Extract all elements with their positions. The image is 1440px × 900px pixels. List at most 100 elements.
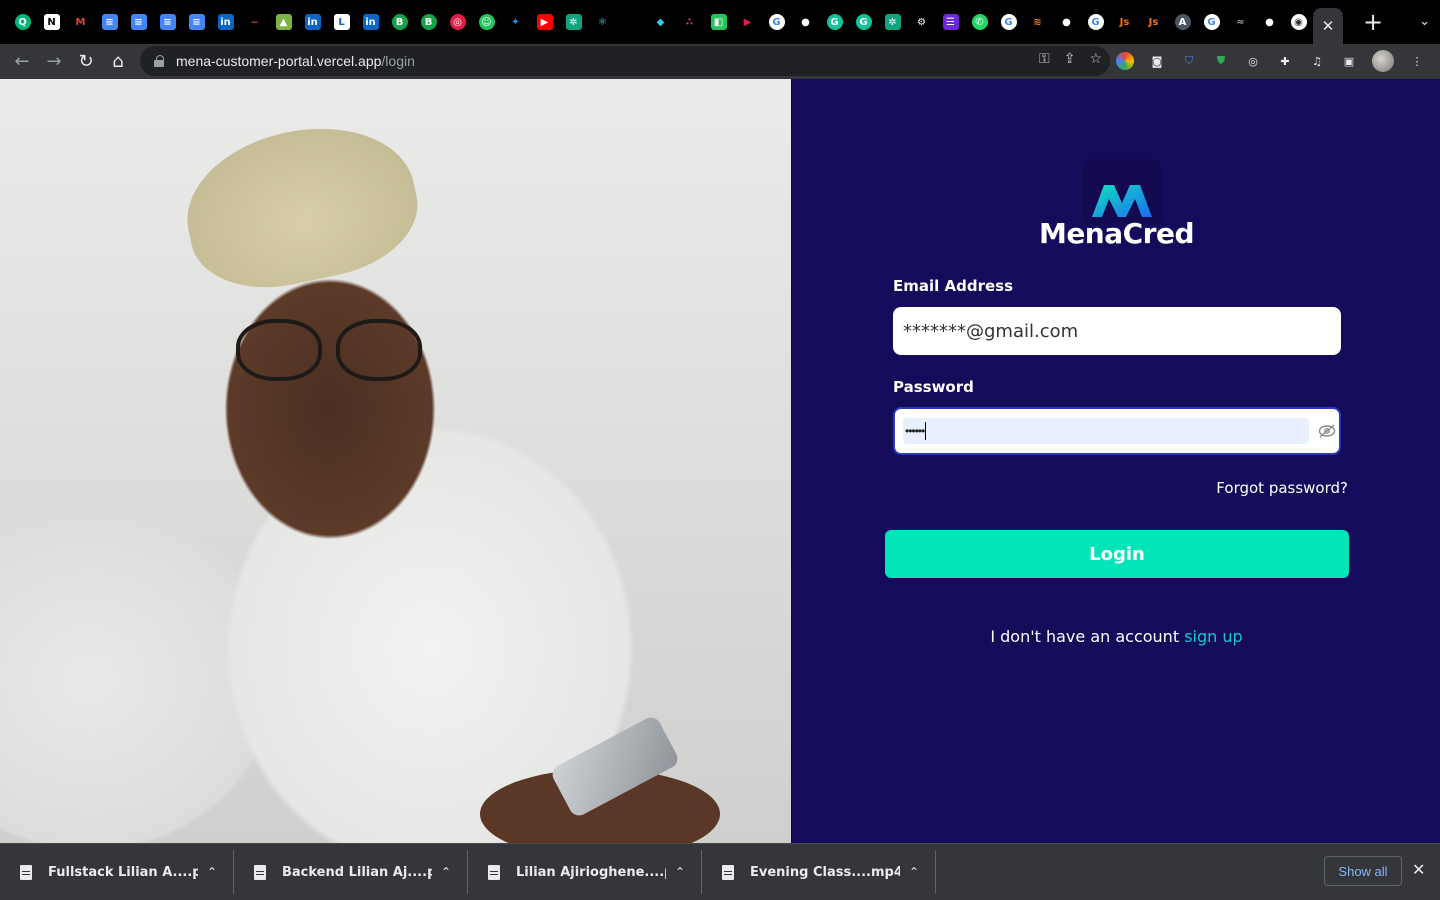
grammarly-tab-1[interactable]: G [820,0,849,44]
puzzle-extensions-icon[interactable]: ✚ [1276,52,1294,70]
twitter-tab[interactable]: ✦ [501,0,530,44]
bookmark-star-icon[interactable]: ☆ [1089,51,1102,67]
back-icon[interactable]: ← [6,46,38,78]
notion-tab[interactable]: N [37,0,66,44]
share-icon[interactable]: ⇪ [1064,51,1076,67]
photo-hair [172,108,430,304]
document-file-icon [254,864,266,880]
linkedin-tab-1[interactable]: in [211,0,240,44]
google-tab-1[interactable]: G [762,0,791,44]
google-tab-4[interactable]: G [1197,0,1226,44]
chatgpt-tab-1[interactable]: ✲ [559,0,588,44]
ln-tab[interactable]: L [327,0,356,44]
close-tab-icon[interactable]: ✕ [1322,17,1335,35]
download-item[interactable]: Backend Lilian Aj....pdf ⌃ [234,850,468,894]
b-tab-1[interactable]: B [385,0,414,44]
show-all-downloads-button[interactable]: Show all [1324,856,1402,886]
react-tab[interactable]: ⚛ [588,0,617,44]
login-button[interactable]: Login [885,530,1349,578]
quora-tab[interactable]: Q [8,0,37,44]
side-panel-icon[interactable]: ▣ [1340,52,1358,70]
active-tab[interactable]: ✕ [1313,8,1343,44]
login-page: MenaCred Email Address *******@gmail.com… [0,79,1440,843]
js-tab-2[interactable]: Js [1139,0,1168,44]
wave-tab[interactable]: ≈ [1226,0,1255,44]
new-tab-button[interactable]: + [1351,0,1395,44]
color-picker-extension-icon[interactable] [1116,52,1134,70]
password-value: •••••• [905,424,925,438]
close-shelf-icon[interactable]: ✕ [1412,860,1425,879]
github-tab-1[interactable]: ● [791,0,820,44]
signup-link[interactable]: sign up [1184,627,1242,646]
aa-tab[interactable]: A [1168,0,1197,44]
github-tab-3[interactable]: ● [1255,0,1284,44]
bot-tab[interactable]: ☺ [472,0,501,44]
forward-icon[interactable]: → [38,46,70,78]
media-control-icon[interactable]: ♫ [1308,52,1326,70]
grammarly-tab-2[interactable]: G [849,0,878,44]
linkedin-tab-3[interactable]: in [356,0,385,44]
password-field[interactable]: •••••• [893,407,1341,455]
green-tab[interactable]: ◧ [704,0,733,44]
settings-tab[interactable]: ⚙ [907,0,936,44]
dots-tab-favicon-icon: ∴ [681,14,698,30]
document-file-icon [488,864,500,880]
docs-tab-4[interactable]: ≡ [182,0,211,44]
dots-tab[interactable]: ∴ [675,0,704,44]
js-tab-1[interactable]: Js [1110,0,1139,44]
google-tab-2[interactable]: G [994,0,1023,44]
download-item[interactable]: Lilian Ajirioghene....pdf ⌃ [468,850,702,894]
key-icon[interactable]: ⚿ [1039,51,1050,67]
b-tab-1-favicon-icon: B [391,14,408,30]
gmail-tab[interactable]: M [66,0,95,44]
play-tab-favicon-icon: ▶ [739,14,756,30]
shield-extension-icon[interactable]: ⛉ [1180,52,1198,70]
grammarly-tab-1-favicon-icon: G [826,14,843,30]
address-bar[interactable]: mena-customer-portal.vercel.app/login ⚿ … [140,46,1110,76]
docs-tab-2[interactable]: ≡ [124,0,153,44]
adblock-extension-icon[interactable]: ⛊ [1212,52,1230,70]
list-tab[interactable]: ☰ [936,0,965,44]
react-tab-favicon-icon: ⚛ [594,14,611,30]
whatsapp-tab[interactable]: ✆ [965,0,994,44]
chatgpt-tab-2[interactable]: ✲ [878,0,907,44]
gem-tab[interactable]: ◆ [646,0,675,44]
opera-tab[interactable]: ◎ [443,0,472,44]
github-tab-1-favicon-icon: ● [797,14,814,30]
tab-search-icon[interactable]: ⌄ [1419,14,1430,29]
android-tab[interactable]: ▲ [269,0,298,44]
linkedin-tab-2[interactable]: in [298,0,327,44]
lock-icon[interactable] [154,55,164,67]
download-options-chevron-icon[interactable]: ⌃ [675,865,685,879]
browser-toolbar: ← → ↻ ⌂ mena-customer-portal.vercel.app /… [0,44,1440,79]
camera-extension-icon[interactable]: ◙ [1148,52,1166,70]
docs-tab-1[interactable]: ≡ [95,0,124,44]
home-icon[interactable]: ⌂ [102,46,134,78]
forgot-password-link[interactable]: Forgot password? [1216,479,1348,497]
youtube-tab-favicon-icon: ▶ [536,14,553,30]
youtube-tab[interactable]: ▶ [530,0,559,44]
chrome-tab[interactable]: ◉ [1284,0,1313,44]
email-field[interactable]: *******@gmail.com [893,307,1341,355]
download-options-chevron-icon[interactable]: ⌃ [441,865,451,879]
blank-tab[interactable] [617,0,646,44]
download-options-chevron-icon[interactable]: ⌃ [207,865,217,879]
target-extension-icon[interactable]: ◎ [1244,52,1262,70]
menu-kebab-icon[interactable]: ⋮ [1408,52,1426,70]
google-tab-3[interactable]: G [1081,0,1110,44]
password-input[interactable]: •••••• [903,418,1309,444]
hide-password-icon[interactable] [1317,423,1337,439]
linkedin-tab-2-favicon-icon: in [304,14,321,30]
download-item[interactable]: Evening Class....mp4 ⌃ [702,850,936,894]
stack-tab[interactable]: ≋ [1023,0,1052,44]
b-tab-2[interactable]: B [414,0,443,44]
docs-tab-3[interactable]: ≡ [153,0,182,44]
vercel-tab[interactable]: ~ [240,0,269,44]
play-tab[interactable]: ▶ [733,0,762,44]
download-options-chevron-icon[interactable]: ⌃ [909,865,919,879]
download-item[interactable]: Fullstack Lilian A....pdf ⌃ [0,850,234,894]
email-value: *******@gmail.com [903,320,1079,342]
reload-icon[interactable]: ↻ [70,46,102,78]
profile-avatar[interactable] [1372,50,1394,72]
github-tab-2[interactable]: ● [1052,0,1081,44]
